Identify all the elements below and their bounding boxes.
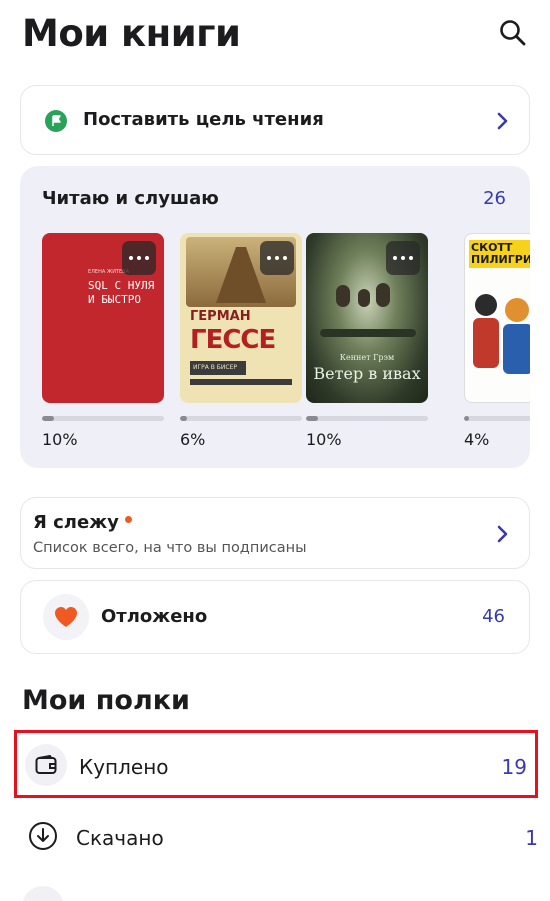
reading-goal-label: Поставить цель чтения	[83, 109, 324, 130]
shelves-title: Мои полки	[22, 685, 190, 716]
progress-percent: 6%	[180, 430, 206, 449]
chevron-right-icon	[497, 112, 508, 130]
book-cover-title: SQL С НУЛЯ И БЫСТРО	[88, 279, 155, 306]
more-options-button[interactable]	[260, 241, 294, 275]
shelf-count: 19	[501, 755, 527, 779]
progress-bar	[306, 416, 428, 421]
progress-percent: 4%	[464, 430, 490, 449]
following-title: Я слежу	[33, 512, 119, 533]
chevron-right-icon	[497, 525, 508, 543]
book-cover[interactable]: СКОТТ ПИЛИГРИМ	[464, 233, 530, 403]
saved-label: Отложено	[101, 606, 208, 627]
wallet-icon	[25, 744, 67, 786]
reading-goal-card[interactable]: Поставить цель чтения	[20, 85, 530, 155]
flag-icon	[45, 110, 67, 132]
progress-percent: 10%	[306, 430, 342, 449]
shelf-label: Скачано	[76, 826, 164, 850]
book-cover[interactable]: ГЕРМАН ГЕССЕ ИГРА В БИСЕР	[180, 233, 302, 403]
shelf-item-downloaded[interactable]: Скачано 1	[14, 804, 538, 872]
download-icon	[22, 815, 64, 857]
book-cover-title: СКОТТ ПИЛИГРИМ	[469, 240, 530, 268]
notification-dot	[125, 516, 132, 523]
book-cover[interactable]: Кеннет Грэм Ветер в ивах	[306, 233, 428, 403]
shelf-item-purchased[interactable]: Куплено 19	[14, 730, 538, 798]
heart-icon	[55, 607, 77, 627]
following-subtitle: Список всего, на что вы подписаны	[33, 540, 307, 556]
header: Мои книги	[22, 8, 528, 58]
book-item[interactable]: ЕЛЕНА ЖИТЕВА SQL С НУЛЯ И БЫСТРО 10%	[42, 233, 164, 449]
book-item[interactable]: ГЕРМАН ГЕССЕ ИГРА В БИСЕР 6%	[180, 233, 302, 449]
shelf-icon-partial	[22, 886, 64, 901]
following-card[interactable]: Я слежу Список всего, на что вы подписан…	[20, 497, 530, 569]
book-cover-title: Ветер в ивах	[313, 364, 421, 383]
progress-bar	[42, 416, 164, 421]
book-cover[interactable]: ЕЛЕНА ЖИТЕВА SQL С НУЛЯ И БЫСТРО	[42, 233, 164, 403]
reading-count[interactable]: 26	[483, 188, 506, 209]
page-title: Мои книги	[22, 12, 241, 55]
book-cover-author: ГЕРМАН	[190, 309, 251, 324]
more-options-button[interactable]	[122, 241, 156, 275]
reading-section-title: Читаю и слушаю	[42, 188, 219, 209]
book-item[interactable]: Кеннет Грэм Ветер в ивах 10%	[306, 233, 428, 449]
search-icon[interactable]	[498, 18, 528, 48]
saved-count: 46	[482, 606, 505, 627]
more-options-button[interactable]	[386, 241, 420, 275]
book-cover-title: ГЕССЕ	[190, 325, 276, 355]
progress-bar	[464, 416, 530, 421]
progress-percent: 10%	[42, 430, 78, 449]
heart-icon-wrap	[43, 594, 89, 640]
reading-section: Читаю и слушаю 26 ЕЛЕНА ЖИТЕВА SQL С НУЛ…	[20, 166, 530, 468]
progress-bar	[180, 416, 302, 421]
book-cover-subtitle: ИГРА В БИСЕР	[190, 361, 246, 375]
book-item[interactable]: СКОТТ ПИЛИГРИМ 4%	[464, 233, 530, 449]
book-cover-author: Кеннет Грэм	[339, 353, 395, 362]
shelf-label: Куплено	[79, 755, 169, 779]
saved-card[interactable]: Отложено 46	[20, 580, 530, 654]
shelf-count: 1	[525, 826, 538, 850]
